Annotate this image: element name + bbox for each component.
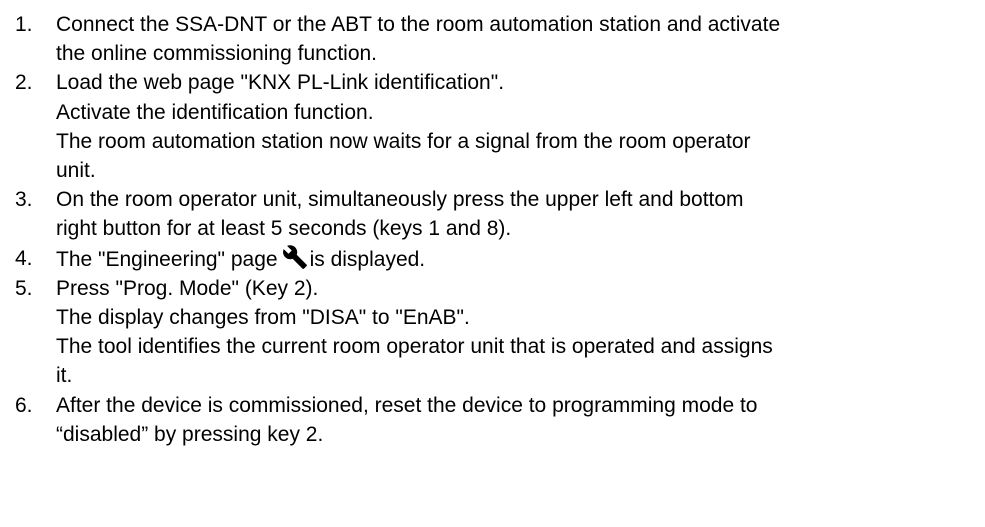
step-text-line: On the room operator unit, simultaneousl… xyxy=(56,188,744,212)
step-text-line: right button for at least 5 seconds (key… xyxy=(56,217,512,241)
step-number: 6. xyxy=(15,393,33,417)
step-text-line: Load the web page "KNX PL-Link identific… xyxy=(56,71,505,95)
step-3: 3. On the room operator unit, simultaneo… xyxy=(15,185,980,243)
step-text-before-icon: The "Engineering" page xyxy=(56,247,278,271)
step-number: 5. xyxy=(15,276,33,300)
step-number: 4. xyxy=(15,246,33,270)
step-text-line: Press "Prog. Mode" (Key 2). xyxy=(56,276,319,300)
step-5: 5. Press "Prog. Mode" (Key 2). The displ… xyxy=(15,274,980,391)
step-text-line: it. xyxy=(56,364,73,388)
step-text-line: Activate the identification function. xyxy=(56,100,374,124)
step-text-line: The tool identifies the current room ope… xyxy=(56,335,773,359)
step-1: 1. Connect the SSA-DNT or the ABT to the… xyxy=(15,10,980,68)
step-4: 4. The "Engineering" page is displayed. xyxy=(15,244,980,274)
step-text-line: Connect the SSA-DNT or the ABT to the ro… xyxy=(56,13,781,36)
step-number: 3. xyxy=(15,188,33,212)
step-number: 1. xyxy=(15,13,33,36)
step-6: 6. After the device is commissioned, res… xyxy=(15,391,980,449)
step-text-line: The display changes from "DISA" to "EnAB… xyxy=(56,306,470,330)
step-text-line: “disabled” by pressing key 2. xyxy=(56,422,324,446)
step-text-line: unit. xyxy=(56,159,96,183)
step-text-after-icon: is displayed. xyxy=(309,247,426,271)
wrench-icon xyxy=(282,244,307,269)
step-number: 2. xyxy=(15,71,33,95)
commissioning-steps-list: 1. Connect the SSA-DNT or the ABT to the… xyxy=(15,10,980,449)
step-text-line: The room automation station now waits fo… xyxy=(56,129,751,153)
step-text-line: the online commissioning function. xyxy=(56,42,378,66)
step-2: 2. Load the web page "KNX PL-Link identi… xyxy=(15,68,980,185)
step-text-line: The "Engineering" page is displayed. xyxy=(56,244,980,274)
step-text-line: After the device is commissioned, reset … xyxy=(56,393,758,417)
